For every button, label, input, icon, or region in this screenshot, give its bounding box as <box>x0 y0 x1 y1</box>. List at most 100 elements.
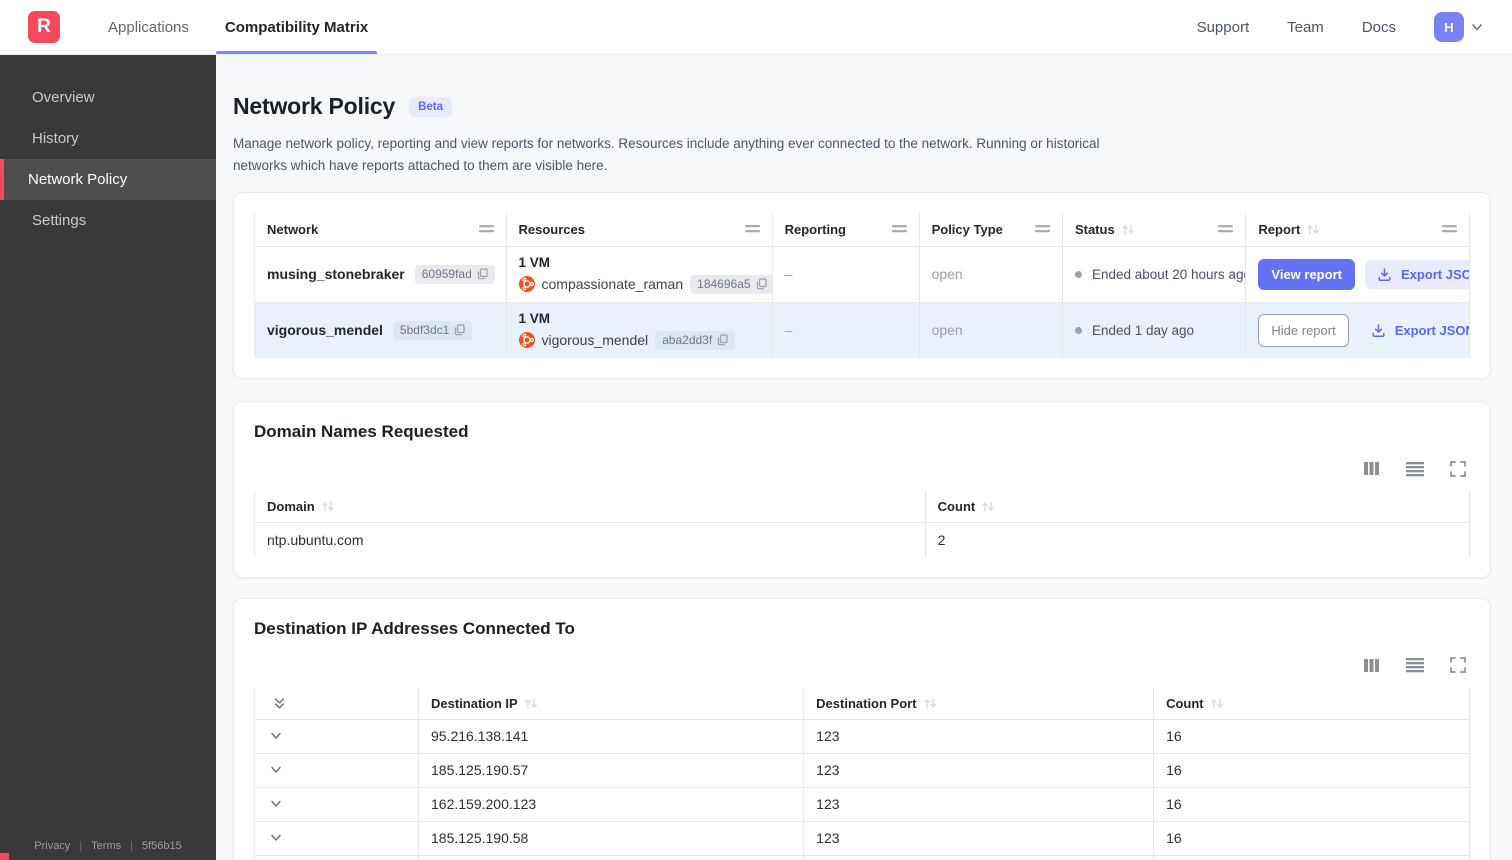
terms-link[interactable]: Terms <box>91 840 121 852</box>
vm-count: 1 VM <box>518 254 551 270</box>
policy-type-cell: open <box>919 301 1063 359</box>
privacy-link[interactable]: Privacy <box>34 840 70 852</box>
sidebar-item-overview[interactable]: Overview <box>0 77 216 118</box>
domain-cell: ntp.ubuntu.com <box>254 522 926 557</box>
sidebar-item-network-policy[interactable]: Network Policy <box>0 159 216 200</box>
sidebar: Overview History Network Policy Settings… <box>0 55 216 860</box>
col-network[interactable]: Network <box>254 212 507 247</box>
col-reporting[interactable]: Reporting <box>772 212 920 247</box>
main-content: Network Policy Beta Manage network polic… <box>216 55 1512 860</box>
port-cell: 123 <box>803 752 1155 788</box>
col-status[interactable]: Status <box>1062 212 1247 247</box>
copy-icon[interactable] <box>454 324 465 336</box>
sort-icon[interactable] <box>321 500 335 513</box>
row-expand-chevron-icon[interactable] <box>269 763 406 777</box>
col-report[interactable]: Report <box>1245 212 1470 247</box>
port-cell: 123 <box>803 854 1155 860</box>
rows-density-icon[interactable] <box>1406 460 1424 477</box>
support-link[interactable]: Support <box>1197 19 1250 36</box>
copy-icon[interactable] <box>717 334 728 346</box>
reporting-cell: – <box>772 301 920 359</box>
col-destination-port[interactable]: Destination Port <box>803 687 1154 720</box>
copy-icon[interactable] <box>756 278 767 290</box>
copy-icon[interactable] <box>477 268 488 280</box>
vm-count: 1 VM <box>518 310 551 326</box>
avatar[interactable]: H <box>1434 12 1464 42</box>
fullscreen-icon[interactable] <box>1450 460 1466 477</box>
network-name: vigorous_mendel <box>267 322 383 339</box>
col-destination-ip[interactable]: Destination IP <box>418 687 804 720</box>
count-cell: 16 <box>1153 752 1470 788</box>
ip-row[interactable]: 162.159.200.123 123 16 <box>254 786 1470 822</box>
reporting-cell: – <box>772 245 920 303</box>
download-icon <box>1371 323 1386 338</box>
status-dot <box>1074 270 1082 278</box>
beta-badge: Beta <box>409 96 453 117</box>
domain-row[interactable]: ntp.ubuntu.com 2 <box>254 522 1471 557</box>
fullscreen-icon[interactable] <box>1450 657 1466 674</box>
ip-row[interactable]: 185.125.190.58 123 16 <box>254 820 1470 856</box>
tab-applications[interactable]: Applications <box>108 0 189 54</box>
tab-compatibility-matrix[interactable]: Compatibility Matrix <box>215 0 378 54</box>
download-icon <box>1377 267 1392 282</box>
sort-icon[interactable] <box>524 697 538 710</box>
hide-report-button[interactable]: Hide report <box>1258 313 1349 347</box>
count-cell: 16 <box>1153 718 1470 754</box>
sort-icon[interactable] <box>1210 697 1224 710</box>
export-json-button[interactable]: Export JSON <box>1359 316 1469 345</box>
ip-row[interactable]: 95.216.138.141 123 16 <box>254 718 1470 754</box>
network-id-badge: 5bdf3dc1 <box>392 320 473 340</box>
column-resize-handle[interactable] <box>1218 225 1234 233</box>
columns-icon[interactable] <box>1363 460 1380 477</box>
status-text: Ended 1 day ago <box>1091 322 1195 338</box>
sidebar-item-settings[interactable]: Settings <box>0 200 216 241</box>
sort-icon[interactable] <box>923 697 937 710</box>
col-count[interactable]: Count <box>925 491 1471 523</box>
network-row[interactable]: vigorous_mendel 5bdf3dc1 1 VM vigorous_m… <box>254 301 1470 359</box>
team-link[interactable]: Team <box>1287 19 1324 36</box>
network-name: musing_stonebraker <box>267 266 405 283</box>
account-menu[interactable]: H <box>1434 12 1484 42</box>
sort-icon[interactable] <box>1121 223 1135 236</box>
domain-card-title: Domain Names Requested <box>254 422 469 442</box>
network-id-badge: 60959fad <box>414 264 495 284</box>
column-resize-handle[interactable] <box>744 225 760 233</box>
network-row[interactable]: musing_stonebraker 60959fad 1 VM compass… <box>254 245 1470 303</box>
ip-cell: 162.159.200.123 <box>418 786 805 822</box>
col-ip-count[interactable]: Count <box>1153 687 1470 720</box>
sort-icon[interactable] <box>1306 223 1320 236</box>
column-resize-handle[interactable] <box>478 225 494 233</box>
sidebar-accent-sliver <box>0 853 9 860</box>
expand-all-icon[interactable] <box>272 696 287 711</box>
column-resize-handle[interactable] <box>1034 225 1050 233</box>
view-report-button[interactable]: View report <box>1258 258 1355 290</box>
row-expand-chevron-icon[interactable] <box>269 797 406 811</box>
columns-icon[interactable] <box>1363 657 1380 674</box>
column-resize-handle[interactable] <box>1442 225 1457 233</box>
ip-row[interactable]: 185.125.190.57 123 16 <box>254 752 1470 788</box>
app-logo[interactable]: R <box>28 11 60 43</box>
port-cell: 123 <box>803 786 1155 822</box>
col-policy-type[interactable]: Policy Type <box>919 212 1063 247</box>
domain-table: Domain Count ntp.ubuntu.com 2 <box>254 491 1471 557</box>
rows-density-icon[interactable] <box>1406 657 1424 674</box>
sort-icon[interactable] <box>981 500 995 513</box>
docs-link[interactable]: Docs <box>1362 19 1396 36</box>
export-json-button[interactable]: Export JSON <box>1364 259 1469 289</box>
chevron-down-icon <box>1470 20 1484 34</box>
sidebar-item-history[interactable]: History <box>0 118 216 159</box>
resource-id-badge: aba2dd3f <box>655 330 736 350</box>
row-expand-chevron-icon[interactable] <box>269 831 406 845</box>
policy-type-cell: open <box>919 245 1063 303</box>
count-cell: 2 <box>925 522 1471 557</box>
col-domain[interactable]: Domain <box>254 491 926 523</box>
destination-ip-card: Destination IP Addresses Connected To De… <box>233 597 1491 860</box>
resource-name: compassionate_raman <box>541 276 684 293</box>
column-resize-handle[interactable] <box>891 225 907 233</box>
col-resources[interactable]: Resources <box>506 212 773 247</box>
col-expander[interactable] <box>255 688 419 720</box>
table-toolbar <box>254 460 1466 477</box>
page-title: Network Policy <box>233 93 396 119</box>
ip-row[interactable]: 95.216.100.21 123 16 <box>254 854 1470 860</box>
row-expand-chevron-icon[interactable] <box>269 729 406 743</box>
